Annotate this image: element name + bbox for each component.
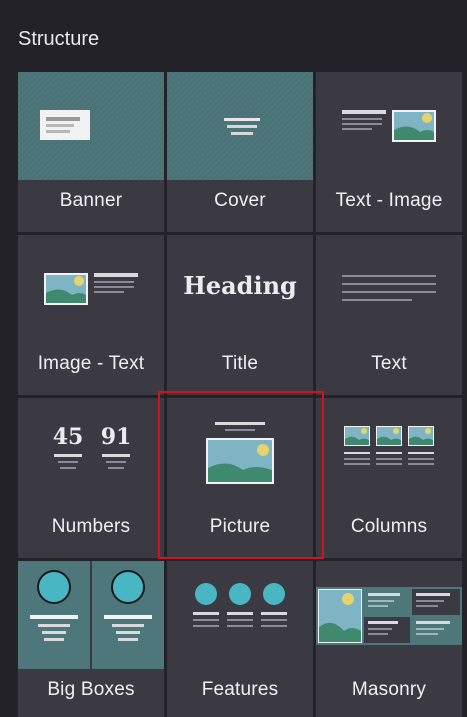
columns-thumbnail bbox=[316, 398, 462, 506]
snippet-big-boxes[interactable]: Big Boxes bbox=[18, 561, 164, 717]
text-thumbnail bbox=[316, 235, 462, 343]
snippet-cover[interactable]: Cover bbox=[167, 72, 313, 232]
heading-sample: Heading bbox=[183, 271, 297, 300]
banner-thumbnail bbox=[18, 72, 164, 180]
snippet-label: Text bbox=[371, 353, 407, 374]
snippet-features[interactable]: Features bbox=[167, 561, 313, 717]
snippet-label: Title bbox=[221, 353, 259, 374]
snippet-label: Features bbox=[201, 679, 279, 700]
snippet-text[interactable]: Text bbox=[316, 235, 462, 395]
title-thumbnail: Heading bbox=[167, 235, 313, 343]
image-text-thumbnail bbox=[18, 235, 164, 343]
snippet-grid: Banner Cover Text - Image Image - Text H… bbox=[18, 72, 463, 717]
snippet-numbers[interactable]: 45 91 Numbers bbox=[18, 398, 164, 558]
masonry-thumbnail bbox=[316, 561, 462, 669]
structure-panel: Structure Banner Cover Text - Image Imag… bbox=[0, 0, 467, 717]
features-thumbnail bbox=[167, 561, 313, 669]
panel-title: Structure bbox=[18, 28, 100, 50]
snippet-columns[interactable]: Columns bbox=[316, 398, 462, 558]
numbers-thumbnail: 45 91 bbox=[18, 398, 164, 506]
snippet-text-image[interactable]: Text - Image bbox=[316, 72, 462, 232]
snippet-label: Columns bbox=[350, 516, 428, 537]
picture-thumbnail bbox=[167, 398, 313, 506]
snippet-label: Image - Text bbox=[37, 353, 145, 374]
snippet-label: Numbers bbox=[51, 516, 131, 537]
snippet-label: Picture bbox=[209, 516, 271, 537]
snippet-banner[interactable]: Banner bbox=[18, 72, 164, 232]
snippet-label: Banner bbox=[59, 190, 123, 211]
snippet-picture[interactable]: Picture bbox=[167, 398, 313, 558]
text-image-thumbnail bbox=[316, 72, 462, 180]
snippet-label: Masonry bbox=[351, 679, 427, 700]
snippet-masonry[interactable]: Masonry bbox=[316, 561, 462, 717]
snippet-image-text[interactable]: Image - Text bbox=[18, 235, 164, 395]
snippet-label: Cover bbox=[214, 190, 266, 211]
snippet-title[interactable]: Heading Title bbox=[167, 235, 313, 395]
snippet-label: Big Boxes bbox=[47, 679, 135, 700]
cover-thumbnail bbox=[167, 72, 313, 180]
big-boxes-thumbnail bbox=[18, 561, 164, 669]
snippet-label: Text - Image bbox=[335, 190, 443, 211]
